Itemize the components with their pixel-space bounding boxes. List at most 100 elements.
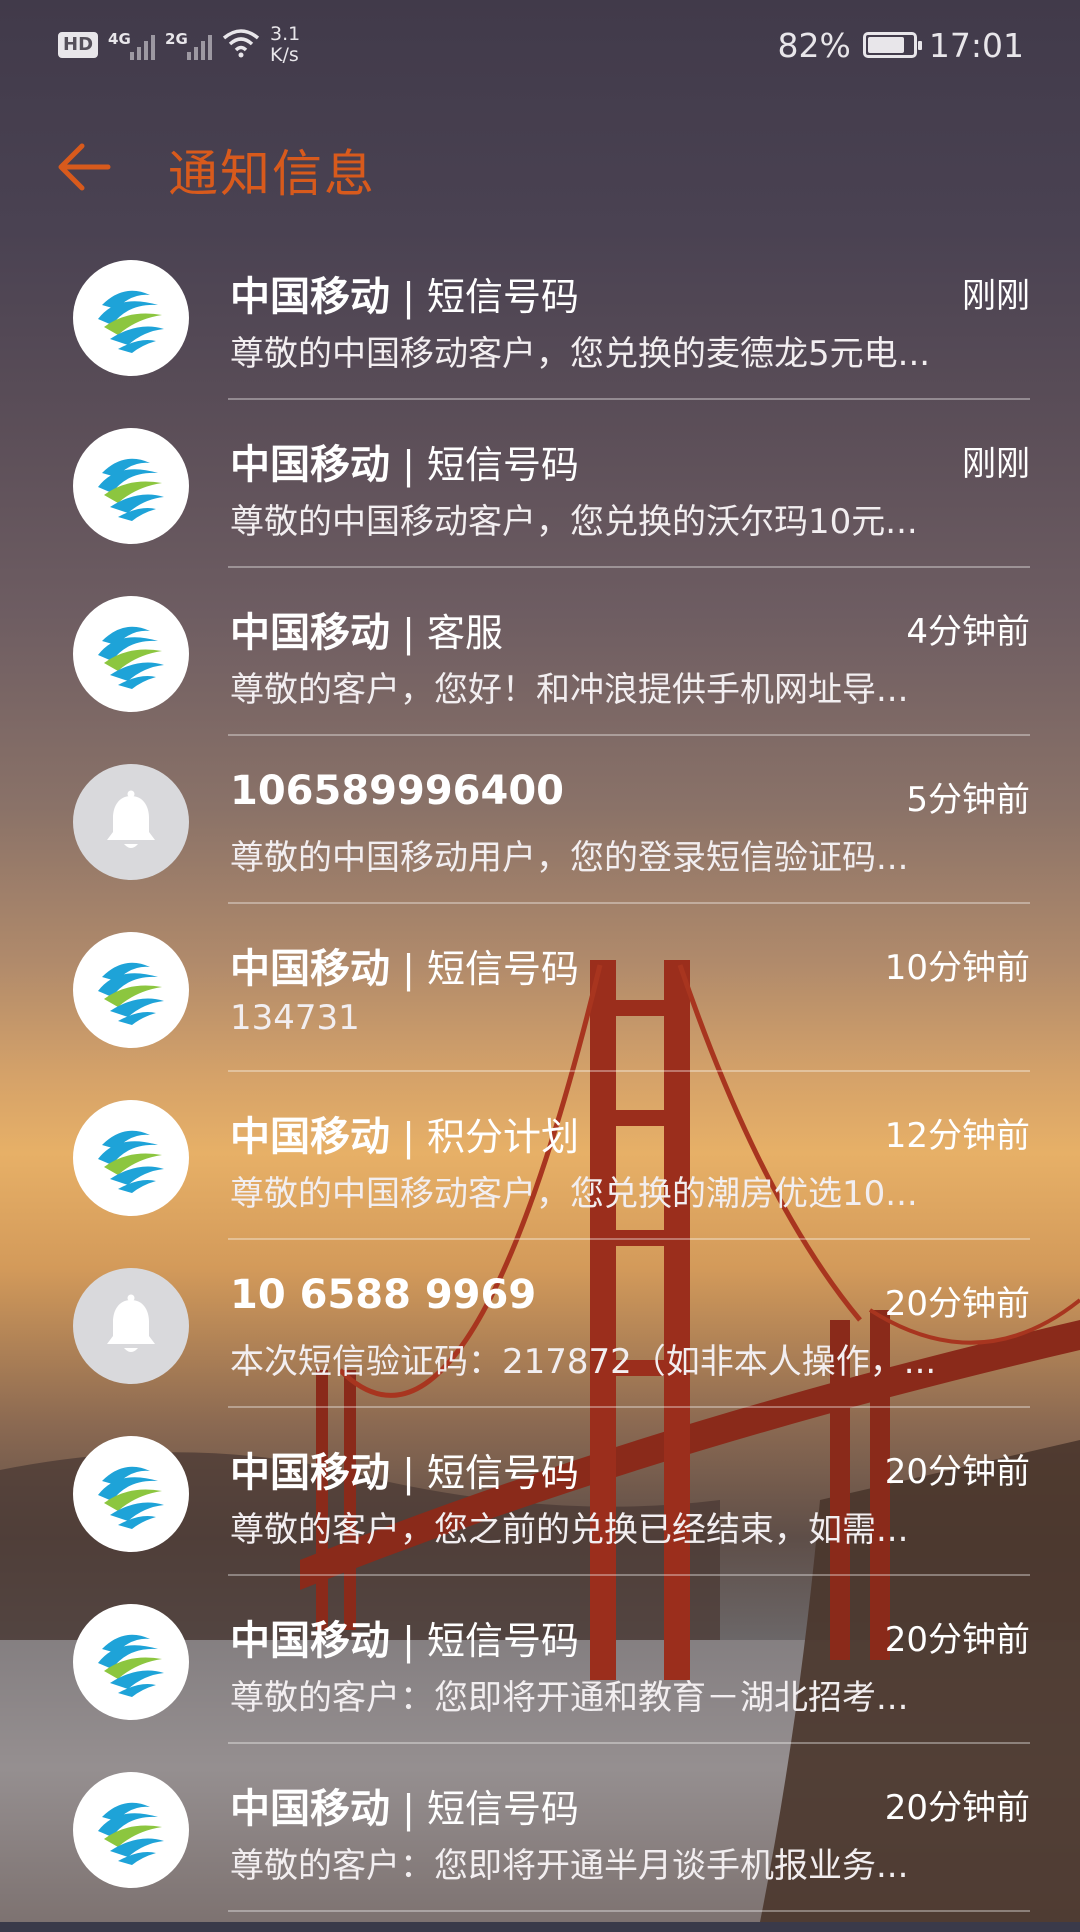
bell-icon bbox=[107, 1294, 155, 1352]
row-divider bbox=[228, 566, 1030, 568]
sender-label: 中国移动 bbox=[230, 274, 390, 320]
row-divider bbox=[228, 1070, 1030, 1072]
message-row-5[interactable]: 中国移动 | 短信号码 10分钟前 134731 bbox=[0, 924, 1080, 1092]
message-row-1[interactable]: 中国移动 | 短信号码 刚刚 尊敬的中国移动客户，您兑换的麦德龙5元电... bbox=[0, 252, 1080, 420]
sender-name: 中国移动 | 短信号码 bbox=[230, 432, 579, 490]
arrow-left-icon bbox=[58, 143, 111, 191]
sender-channel: | 短信号码 bbox=[390, 1451, 579, 1495]
avatar bbox=[73, 932, 189, 1048]
cmcc-logo-icon bbox=[98, 1634, 164, 1697]
avatar bbox=[73, 1436, 189, 1552]
avatar bbox=[73, 596, 189, 712]
signal-4g-icon: 4G bbox=[108, 30, 156, 60]
message-preview: 尊敬的客户：您即将开通和教育－湖北招考... bbox=[230, 1678, 909, 1718]
row-divider bbox=[228, 734, 1030, 736]
sender-label: 10 6588 9969 bbox=[230, 1272, 537, 1318]
message-row-9[interactable]: 中国移动 | 短信号码 20分钟前 尊敬的客户：您即将开通和教育－湖北招考... bbox=[0, 1596, 1080, 1764]
cmcc-logo-icon bbox=[98, 1802, 164, 1865]
message-preview: 尊敬的客户：您即将开通半月谈手机报业务... bbox=[230, 1846, 909, 1886]
cmcc-logo-icon bbox=[98, 1466, 164, 1529]
battery-level-fill bbox=[867, 37, 904, 53]
row-divider bbox=[228, 902, 1030, 904]
cmcc-logo-icon bbox=[98, 290, 164, 353]
message-preview: 尊敬的客户，您好！和冲浪提供手机网址导... bbox=[230, 670, 909, 710]
battery-icon bbox=[862, 32, 922, 58]
bell-icon bbox=[107, 790, 155, 848]
battery-percent: 82% bbox=[777, 25, 851, 65]
sender-name: 中国移动 | 客服 bbox=[230, 600, 503, 658]
message-row-6[interactable]: 中国移动 | 积分计划 12分钟前 尊敬的中国移动客户，您兑换的潮房优选10..… bbox=[0, 1092, 1080, 1260]
message-preview: 尊敬的客户，您之前的兑换已经结束，如需... bbox=[230, 1510, 909, 1550]
message-time: 4分钟前 bbox=[906, 612, 1030, 652]
message-time: 刚刚 bbox=[962, 444, 1030, 484]
row-divider bbox=[228, 1574, 1030, 1576]
sender-name: 中国移动 | 积分计划 bbox=[230, 1104, 579, 1162]
sender-channel: | 积分计划 bbox=[390, 1115, 579, 1159]
cmcc-logo-icon bbox=[98, 458, 164, 521]
row-divider bbox=[228, 1238, 1030, 1240]
sender-name: 中国移动 | 短信号码 bbox=[230, 264, 579, 322]
message-list: 中国移动 | 短信号码 刚刚 尊敬的中国移动客户，您兑换的麦德龙5元电... 中… bbox=[0, 252, 1080, 1932]
message-row-7[interactable]: 10 6588 9969 20分钟前 本次短信验证码：217872（如非本人操作… bbox=[0, 1260, 1080, 1428]
sender-label: 中国移动 bbox=[230, 1618, 390, 1664]
message-row-3[interactable]: 中国移动 | 客服 4分钟前 尊敬的客户，您好！和冲浪提供手机网址导... bbox=[0, 588, 1080, 756]
avatar bbox=[73, 1604, 189, 1720]
message-time: 20分钟前 bbox=[884, 1620, 1030, 1660]
avatar bbox=[73, 1268, 189, 1384]
signal-2g-icon: 2G bbox=[165, 30, 213, 60]
avatar bbox=[73, 428, 189, 544]
message-row-10[interactable]: 中国移动 | 短信号码 20分钟前 尊敬的客户：您即将开通半月谈手机报业务... bbox=[0, 1764, 1080, 1932]
network-speed-unit: K/s bbox=[270, 44, 299, 66]
network-type-label: 2G bbox=[165, 30, 188, 48]
message-time: 20分钟前 bbox=[884, 1284, 1030, 1324]
message-preview: 尊敬的中国移动客户，您兑换的潮房优选10... bbox=[230, 1174, 918, 1214]
message-row-8[interactable]: 中国移动 | 短信号码 20分钟前 尊敬的客户，您之前的兑换已经结束，如需... bbox=[0, 1428, 1080, 1596]
sender-label: 中国移动 bbox=[230, 610, 390, 656]
hd-icon: HD bbox=[58, 32, 99, 58]
sender-name: 中国移动 | 短信号码 bbox=[230, 1440, 579, 1498]
sender-label: 中国移动 bbox=[230, 442, 390, 488]
clock: 17:01 bbox=[928, 25, 1024, 65]
message-row-2[interactable]: 中国移动 | 短信号码 刚刚 尊敬的中国移动客户，您兑换的沃尔玛10元... bbox=[0, 420, 1080, 588]
message-time: 刚刚 bbox=[962, 276, 1030, 316]
sender-channel: | 短信号码 bbox=[390, 1619, 579, 1663]
sender-name: 106589996400 bbox=[230, 768, 564, 814]
cmcc-logo-icon bbox=[98, 1130, 164, 1193]
page-title: 通知信息 bbox=[168, 145, 376, 203]
network-speed: 3.1 K/s bbox=[270, 24, 300, 66]
status-left: HD 4G 2G 3.1 K/s bbox=[58, 20, 300, 70]
wifi-icon bbox=[222, 28, 260, 62]
sender-name: 中国移动 | 短信号码 bbox=[230, 1608, 579, 1666]
message-preview: 134731 bbox=[230, 998, 360, 1038]
sender-channel: | 短信号码 bbox=[390, 275, 579, 319]
sender-label: 中国移动 bbox=[230, 1450, 390, 1496]
sender-channel: | 短信号码 bbox=[390, 443, 579, 487]
message-preview: 尊敬的中国移动客户，您兑换的沃尔玛10元... bbox=[230, 502, 918, 542]
sender-channel: | 客服 bbox=[390, 611, 503, 655]
message-time: 20分钟前 bbox=[884, 1788, 1030, 1828]
status-right: 82% 17:01 bbox=[778, 22, 1024, 68]
sender-name: 中国移动 | 短信号码 bbox=[230, 1776, 579, 1834]
sender-name: 中国移动 | 短信号码 bbox=[230, 936, 579, 994]
sender-name: 10 6588 9969 bbox=[230, 1272, 536, 1318]
message-time: 5分钟前 bbox=[906, 780, 1030, 820]
network-type-label: 4G bbox=[108, 30, 131, 48]
row-divider bbox=[228, 1910, 1030, 1912]
back-button[interactable] bbox=[50, 132, 120, 202]
cmcc-logo-icon bbox=[98, 626, 164, 689]
message-time: 10分钟前 bbox=[884, 948, 1030, 988]
sender-label: 中国移动 bbox=[230, 1114, 390, 1160]
row-divider bbox=[228, 1742, 1030, 1744]
avatar bbox=[73, 1772, 189, 1888]
sender-label: 106589996400 bbox=[230, 768, 564, 814]
cmcc-logo-icon bbox=[98, 962, 164, 1025]
message-preview: 本次短信验证码：217872（如非本人操作，... bbox=[230, 1342, 937, 1382]
message-row-4[interactable]: 106589996400 5分钟前 尊敬的中国移动用户，您的登录短信验证码... bbox=[0, 756, 1080, 924]
avatar bbox=[73, 260, 189, 376]
message-time: 20分钟前 bbox=[884, 1452, 1030, 1492]
network-speed-value: 3.1 bbox=[270, 23, 301, 45]
message-preview: 尊敬的中国移动用户，您的登录短信验证码... bbox=[230, 838, 909, 878]
row-divider bbox=[228, 398, 1030, 400]
app-header: 通知信息 bbox=[0, 120, 1080, 210]
sender-label: 中国移动 bbox=[230, 1786, 390, 1832]
